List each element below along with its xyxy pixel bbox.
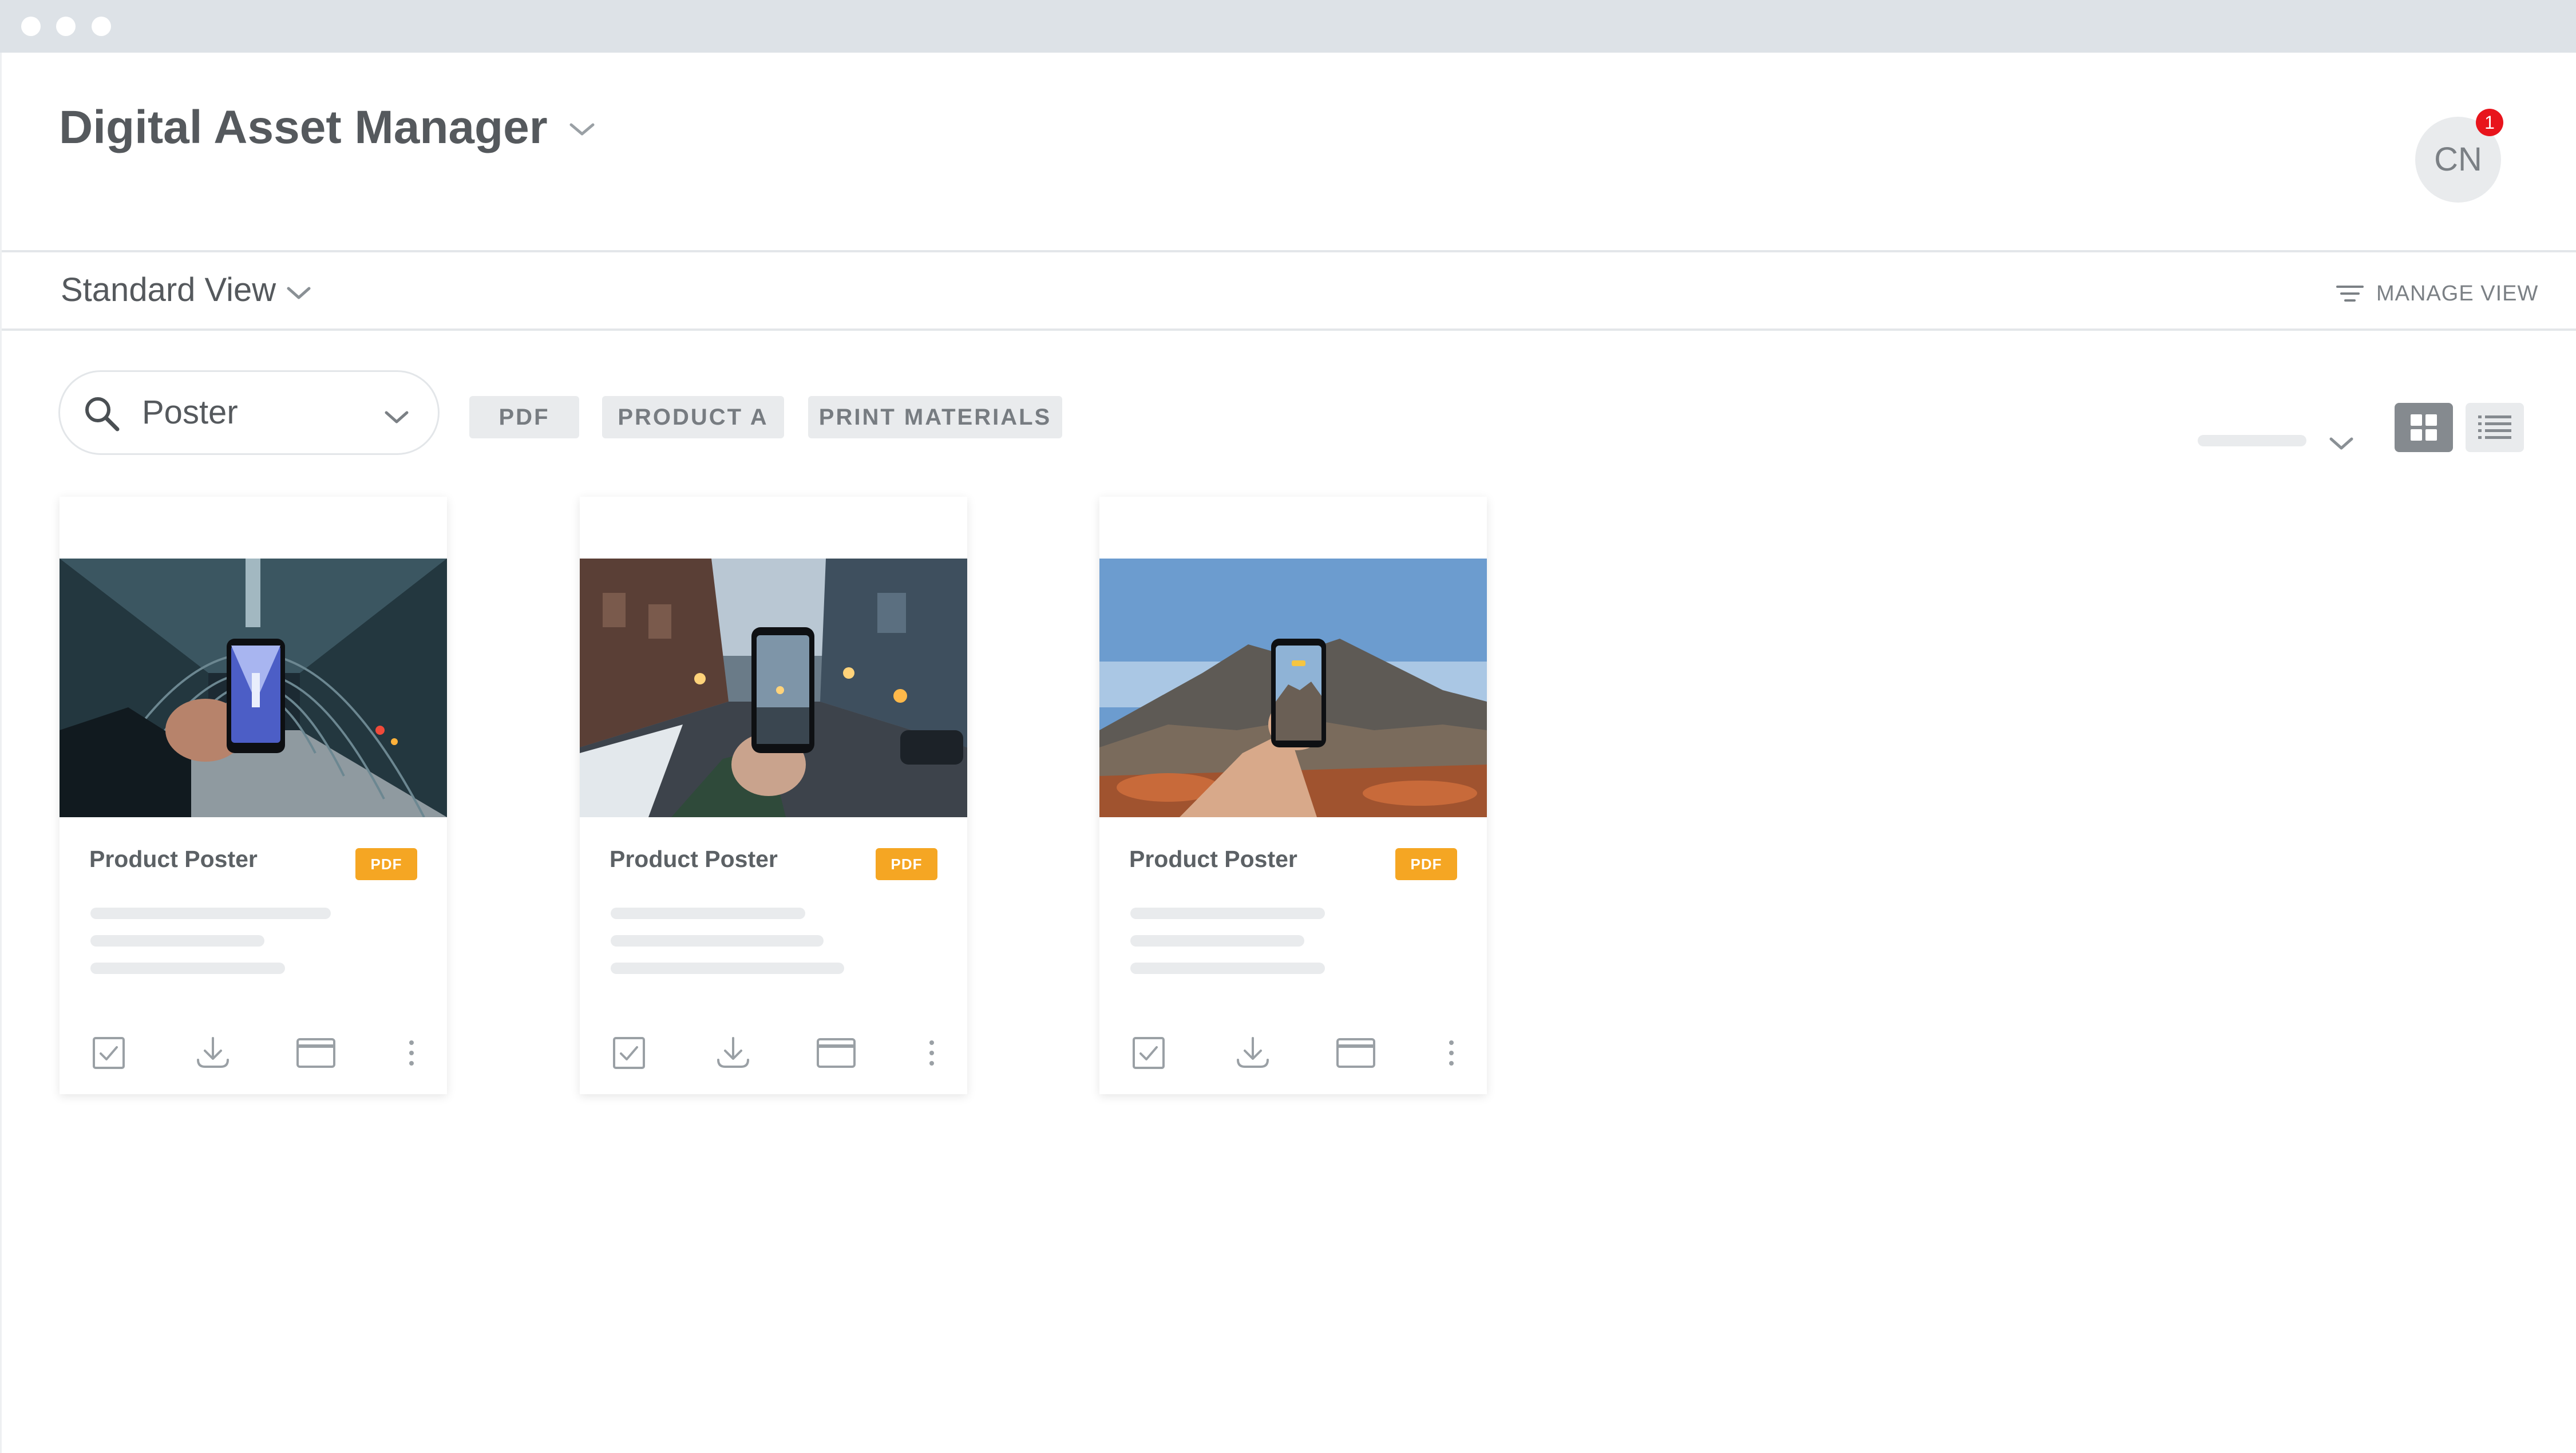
- asset-card[interactable]: Product Poster PDF: [580, 497, 967, 1094]
- asset-thumbnail[interactable]: [580, 559, 967, 817]
- checkbox-icon[interactable]: [611, 1035, 647, 1071]
- description-placeholder: [90, 935, 264, 947]
- description-placeholder: [1130, 963, 1325, 974]
- header-divider: [2, 250, 2576, 252]
- desert-phone-image: [1099, 559, 1487, 817]
- description-placeholder: [1130, 908, 1325, 919]
- description-placeholder: [611, 908, 805, 919]
- checkbox-icon[interactable]: [90, 1035, 127, 1071]
- window-minimize-button[interactable]: [56, 17, 76, 36]
- checkbox-icon[interactable]: [1130, 1035, 1167, 1071]
- grid-view-icon: [2411, 414, 2437, 441]
- filter-tag-product-a[interactable]: PRODUCT A: [602, 396, 784, 438]
- list-view-button[interactable]: [2466, 403, 2524, 452]
- chevron-down-icon[interactable]: [382, 407, 411, 427]
- window-close-button[interactable]: [21, 17, 41, 36]
- chevron-down-icon[interactable]: [2327, 434, 2356, 453]
- description-placeholder: [90, 908, 331, 919]
- window-icon[interactable]: [295, 1035, 337, 1071]
- notification-badge[interactable]: 1: [2476, 109, 2503, 136]
- window-titlebar: [0, 0, 2576, 53]
- window-icon[interactable]: [816, 1035, 857, 1071]
- description-placeholder: [611, 935, 824, 947]
- street-phone-image: [580, 559, 967, 817]
- format-badge: PDF: [876, 848, 937, 880]
- filter-tag-pdf[interactable]: PDF: [469, 396, 579, 438]
- asset-thumbnail[interactable]: [60, 559, 447, 817]
- window-maximize-button[interactable]: [92, 17, 111, 36]
- download-icon[interactable]: [1234, 1035, 1271, 1071]
- search-icon: [85, 397, 120, 431]
- asset-title[interactable]: Product Poster: [610, 845, 778, 873]
- format-badge: PDF: [355, 848, 417, 880]
- description-placeholder: [1130, 935, 1304, 947]
- format-badge: PDF: [1395, 848, 1457, 880]
- toolbar-divider: [2, 328, 2576, 331]
- window-icon[interactable]: [1335, 1035, 1376, 1071]
- manage-view-label: MANAGE VIEW: [2376, 281, 2539, 306]
- download-icon[interactable]: [715, 1035, 751, 1071]
- asset-title[interactable]: Product Poster: [1129, 845, 1297, 873]
- asset-thumbnail[interactable]: [1099, 559, 1487, 817]
- app-title[interactable]: Digital Asset Manager: [59, 96, 548, 159]
- more-vertical-icon[interactable]: [923, 1035, 940, 1071]
- grid-view-button[interactable]: [2395, 403, 2453, 452]
- more-vertical-icon[interactable]: [1443, 1035, 1460, 1071]
- chevron-down-icon[interactable]: [284, 283, 313, 303]
- description-placeholder: [90, 963, 285, 974]
- asset-title[interactable]: Product Poster: [89, 845, 258, 873]
- manage-view-button[interactable]: MANAGE VIEW: [2335, 279, 2538, 308]
- sort-selector[interactable]: [2198, 435, 2306, 446]
- asset-card[interactable]: Product Poster PDF: [60, 497, 447, 1094]
- asset-card[interactable]: Product Poster PDF: [1099, 497, 1487, 1094]
- tunnel-phone-image: [60, 559, 447, 817]
- list-view-icon: [2478, 415, 2511, 439]
- filter-tag-print-materials[interactable]: PRINT MATERIALS: [808, 396, 1062, 438]
- search-input[interactable]: Poster: [142, 393, 238, 433]
- chevron-down-icon[interactable]: [567, 118, 597, 141]
- view-selector[interactable]: Standard View: [61, 270, 276, 310]
- description-placeholder: [611, 963, 844, 974]
- more-vertical-icon[interactable]: [403, 1035, 420, 1071]
- window-border: [0, 53, 2, 1453]
- filter-lines-icon: [2336, 286, 2364, 302]
- download-icon[interactable]: [195, 1035, 231, 1071]
